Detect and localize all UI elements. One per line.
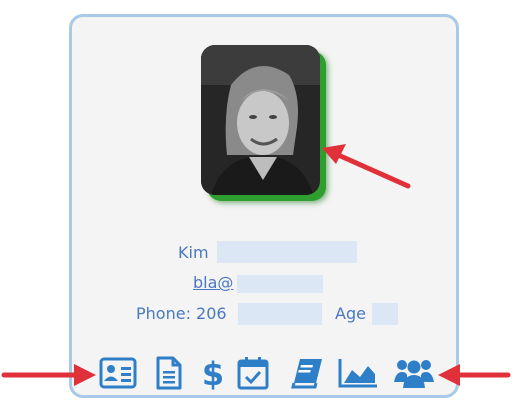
screen: Kim bla@ Phone: 206 Age $ [0, 0, 514, 414]
document-icon[interactable] [149, 355, 189, 391]
name-text: Kim [178, 243, 209, 263]
svg-text:$: $ [202, 355, 224, 391]
left-toolbar-arrow-annotation [1, 364, 96, 386]
email-link[interactable]: bla@ [193, 273, 233, 292]
book-icon[interactable] [287, 355, 327, 391]
redacted-last-name [217, 241, 357, 263]
calendar-check-icon[interactable] [233, 355, 273, 391]
first-name: Kim [178, 243, 209, 262]
age-label: Age [335, 304, 366, 323]
profile-photo[interactable] [201, 45, 320, 195]
phone-text: Phone: 206 [136, 304, 227, 324]
age-text: Age [335, 304, 366, 324]
contact-card-icon[interactable] [98, 355, 138, 391]
redacted-email [237, 275, 323, 293]
dollar-icon[interactable]: $ [193, 355, 233, 391]
redacted-phone [238, 303, 322, 325]
group-icon[interactable] [394, 355, 434, 391]
right-toolbar-arrow-annotation [438, 364, 511, 386]
redacted-age [372, 303, 398, 325]
phone-label: Phone: 206 [136, 304, 227, 323]
photo-arrow-annotation [322, 144, 411, 189]
portrait-image [201, 45, 320, 195]
area-chart-icon[interactable] [338, 355, 378, 391]
email-text[interactable]: bla@ [193, 273, 233, 293]
